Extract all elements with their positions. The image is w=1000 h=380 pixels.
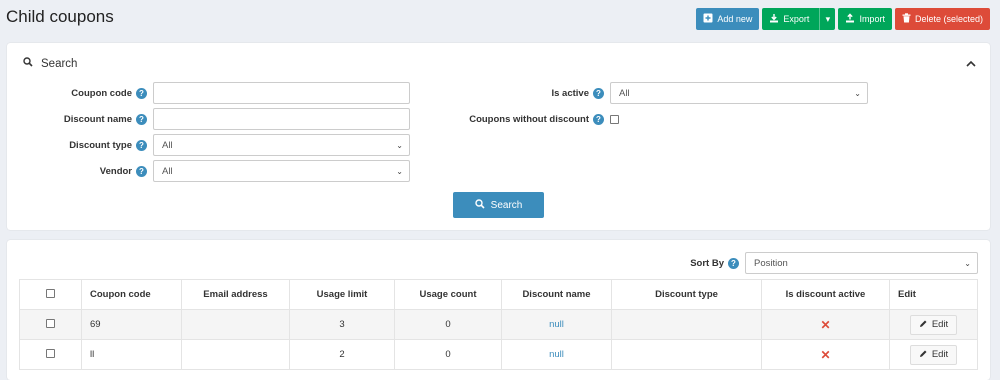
usage-count-cell: 0 — [394, 339, 502, 370]
coupon-code-cell: 69 — [81, 309, 182, 340]
trash-icon — [902, 13, 911, 25]
plus-square-icon — [703, 13, 713, 25]
vendor-row: Vendor ? All ⌄ — [7, 160, 410, 182]
discount-type-value: All — [162, 139, 173, 151]
x-mark-icon: ✕ — [820, 347, 831, 362]
column-header[interactable]: Coupon code — [81, 279, 182, 310]
delete-selected-button[interactable]: Delete (selected) — [894, 8, 990, 30]
is-active-select[interactable]: All ⌄ — [610, 82, 868, 104]
coupon-code-input[interactable] — [153, 82, 410, 104]
sort-by-select[interactable]: Position ⌄ — [745, 252, 978, 274]
import-button[interactable]: Import — [838, 8, 892, 30]
help-icon[interactable]: ? — [136, 139, 147, 151]
page-title: Child coupons — [6, 7, 114, 26]
edit-label: Edit — [931, 319, 949, 330]
coupons-table: Coupon code Email address Usage limit Us… — [19, 279, 978, 370]
chevron-down-icon: ⌄ — [854, 88, 861, 98]
coupons-without-discount-row: Coupons without discount ? — [427, 108, 619, 130]
discount-name-label: Discount name — [63, 113, 132, 125]
usage-count-cell: 0 — [394, 309, 502, 340]
edit-button[interactable]: Edit — [909, 314, 958, 335]
column-header[interactable]: Email address — [181, 279, 290, 310]
is-active-value: All — [619, 87, 630, 99]
coupon-code-label: Coupon code — [71, 87, 132, 99]
coupons-list-panel: Sort By ? Position ⌄ Coupon code Email a… — [7, 240, 990, 380]
download-icon — [769, 13, 779, 25]
help-icon[interactable]: ? — [136, 113, 147, 125]
x-mark-icon: ✕ — [820, 317, 831, 332]
table-header-row: Coupon code Email address Usage limit Us… — [19, 279, 978, 310]
select-all-header — [19, 279, 82, 310]
chevron-down-icon[interactable]: ▾ — [819, 8, 835, 30]
export-label: Export — [783, 14, 810, 24]
email-cell — [181, 339, 290, 370]
column-header[interactable]: Usage limit — [289, 279, 395, 310]
discount-type-label: Discount type — [69, 139, 132, 151]
search-button-label: Search — [490, 199, 523, 211]
upload-icon — [845, 13, 855, 25]
search-icon — [474, 198, 485, 212]
vendor-select[interactable]: All ⌄ — [153, 160, 410, 182]
column-header[interactable]: Discount type — [611, 279, 762, 310]
help-icon[interactable]: ? — [136, 165, 147, 177]
row-checkbox[interactable] — [46, 348, 55, 358]
discount-name-row: Discount name ? — [7, 108, 410, 130]
coupons-without-discount-checkbox[interactable] — [610, 114, 619, 124]
table-row: 69 3 0 null ✕ Edit — [19, 309, 978, 340]
search-button[interactable]: Search — [453, 192, 544, 218]
help-icon[interactable]: ? — [593, 113, 604, 125]
sort-by-control: Sort By ? Position ⌄ — [690, 252, 978, 274]
search-panel-title: Search — [41, 57, 78, 70]
search-panel: Search Coupon code ? Discount name ? Dis… — [7, 43, 990, 230]
discount-type-select[interactable]: All ⌄ — [153, 134, 410, 156]
chevron-down-icon: ⌄ — [396, 140, 403, 150]
sort-by-label: Sort By — [690, 257, 724, 269]
search-panel-header[interactable]: Search — [23, 57, 77, 70]
edit-label: Edit — [931, 349, 949, 360]
sort-by-value: Position — [754, 257, 788, 269]
is-active-row: Is active ? All ⌄ — [427, 82, 868, 104]
add-new-button[interactable]: Add new — [696, 8, 760, 30]
vendor-label: Vendor — [99, 165, 132, 177]
usage-limit-cell: 2 — [289, 339, 395, 370]
help-icon[interactable]: ? — [136, 87, 147, 99]
coupon-code-cell: ll — [81, 339, 182, 370]
search-icon — [23, 57, 33, 70]
discount-name-link[interactable]: null — [549, 319, 564, 330]
column-header: Edit — [889, 279, 978, 310]
page-actions: Add new Export ▾ Import Delete (selected… — [696, 8, 990, 30]
add-new-label: Add new — [717, 14, 753, 24]
chevron-down-icon: ⌄ — [964, 258, 971, 268]
discount-type-row: Discount type ? All ⌄ — [7, 134, 410, 156]
chevron-up-icon[interactable] — [966, 56, 976, 70]
delete-selected-label: Delete (selected) — [914, 14, 983, 24]
row-checkbox[interactable] — [46, 318, 55, 328]
column-header[interactable]: Usage count — [394, 279, 502, 310]
usage-limit-cell: 3 — [289, 309, 395, 340]
edit-button[interactable]: Edit — [909, 344, 958, 365]
export-button[interactable]: Export ▾ — [762, 8, 836, 30]
import-label: Import — [859, 14, 885, 24]
pencil-icon — [919, 319, 928, 331]
column-header[interactable]: Is discount active — [761, 279, 890, 310]
pencil-icon — [919, 349, 928, 361]
coupons-without-discount-label: Coupons without discount — [469, 113, 589, 125]
help-icon[interactable]: ? — [728, 257, 739, 269]
discount-name-link[interactable]: null — [549, 349, 564, 360]
chevron-down-icon: ⌄ — [396, 166, 403, 176]
help-icon[interactable]: ? — [593, 87, 604, 99]
column-header[interactable]: Discount name — [501, 279, 612, 310]
table-row: ll 2 0 null ✕ Edit — [19, 339, 978, 370]
discount-type-cell — [611, 309, 762, 340]
coupon-code-row: Coupon code ? — [7, 82, 410, 104]
is-active-label: Is active — [551, 87, 590, 99]
vendor-value: All — [162, 165, 173, 177]
email-cell — [181, 309, 290, 340]
discount-type-cell — [611, 339, 762, 370]
discount-name-input[interactable] — [153, 108, 410, 130]
select-all-checkbox[interactable] — [46, 288, 55, 298]
